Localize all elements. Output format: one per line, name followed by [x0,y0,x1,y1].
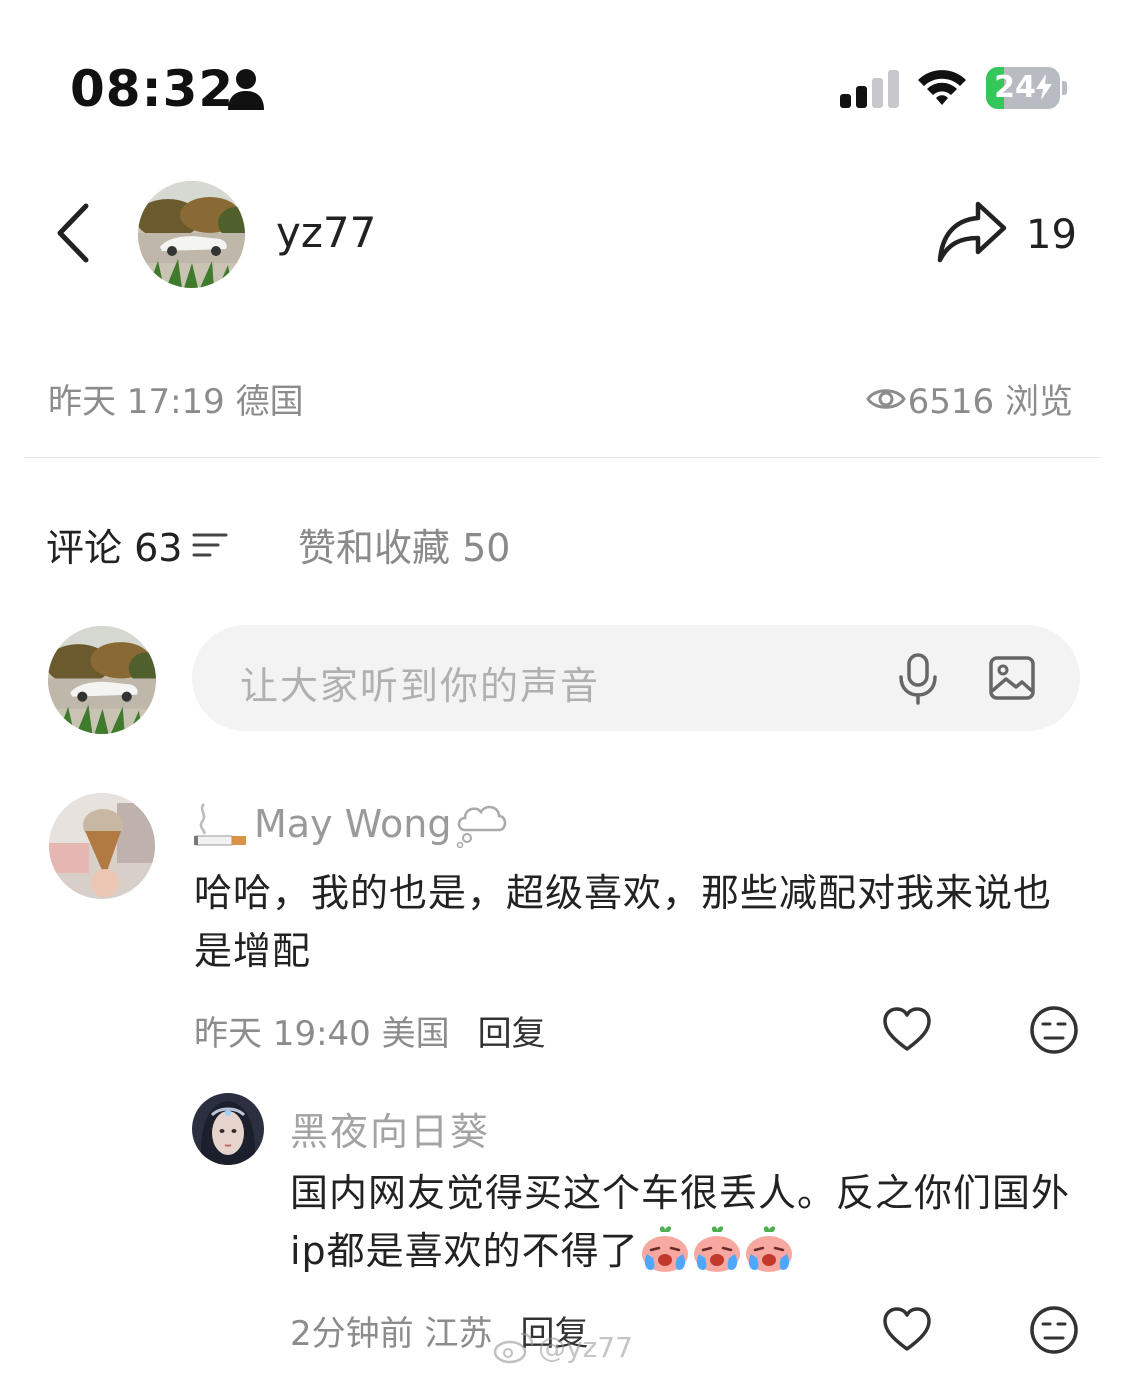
sort-icon[interactable] [192,530,228,560]
battery-percent: 24 [986,67,1060,109]
crying-emoji-icon [745,1226,792,1272]
share-count: 19 [1026,212,1077,258]
post-time-location: 昨天 17:19 德国 [48,382,304,422]
like-heart-icon[interactable] [882,1306,932,1352]
tab-likes-favorites[interactable]: 赞和收藏 50 [298,517,510,572]
eye-icon [865,388,906,409]
dislike-face-icon[interactable] [1029,1005,1079,1055]
comment-text: 哈哈，我的也是，超级喜欢，那些减配对我来说也是增配 [194,871,1053,973]
image-icon[interactable] [988,655,1036,701]
tab-comments[interactable]: 评论 63 [46,517,228,572]
view-count: 6516 浏览 [865,374,1073,423]
weibo-logo-icon [494,1332,534,1364]
divider [24,457,1101,458]
crying-emoji-icon [641,1226,688,1272]
reply-author-name[interactable]: 黑夜向日葵 [290,1101,490,1156]
cigarette-icon [194,803,246,846]
like-heart-icon[interactable] [882,1006,932,1052]
charging-bolt-icon [1035,74,1052,100]
microphone-icon[interactable] [896,653,940,705]
back-chevron-icon[interactable] [50,200,94,266]
thought-bubble-icon [457,805,507,848]
author-avatar[interactable] [138,181,245,288]
view-count-text: 6516 浏览 [907,382,1073,422]
status-bar: 08:32 24 [0,0,1125,150]
commenter-avatar[interactable] [49,793,155,899]
watermark-text: @yz77 [538,1330,633,1364]
reply-time-location: 2分钟前 江苏 [290,1314,493,1354]
tab-comments-label: 评论 63 [46,526,183,570]
share-arrow-icon[interactable] [936,198,1008,266]
battery-indicator: 24 [986,67,1067,109]
comment-author-name: May Wong [254,802,452,846]
watermark: @yz77 [494,1330,633,1364]
signal-icon [840,70,899,108]
comment-time-location: 昨天 19:40 美国 [194,1014,450,1054]
comment-author[interactable]: May Wong [194,800,509,848]
comment-input-placeholder: 让大家听到你的声音 [240,664,601,708]
reply-author-avatar[interactable] [192,1093,264,1165]
reply-text: 国内网友觉得买这个车很丢人。反之你们国外ip都是喜欢的不得了 [290,1164,1070,1280]
reply-button[interactable]: 回复 [478,1014,546,1054]
crying-emoji-icon [693,1226,740,1272]
author-username[interactable]: yz77 [276,208,376,257]
status-time: 08:32 [70,60,235,118]
wifi-icon [918,70,966,105]
person-icon [228,69,264,110]
comment-meta: 昨天 19:40 美国 回复 [194,1006,546,1055]
comment-input[interactable]: 让大家听到你的声音 [192,625,1080,731]
my-avatar [48,626,156,734]
dislike-face-icon[interactable] [1029,1305,1079,1355]
